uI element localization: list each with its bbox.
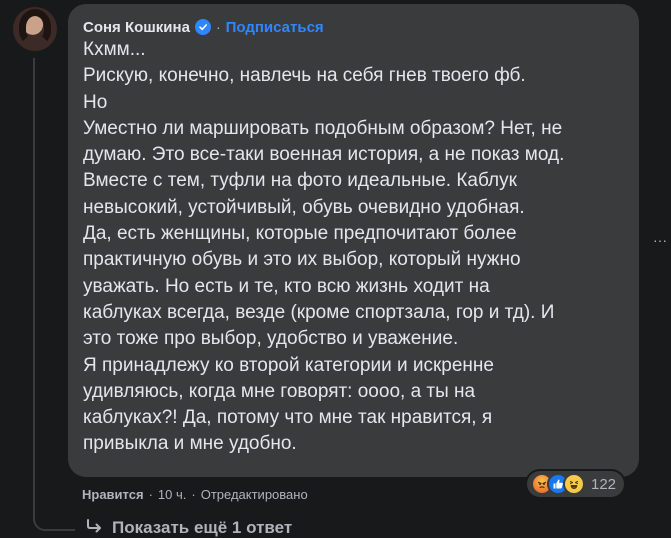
more-options-button[interactable]: ··· — [653, 232, 667, 248]
avatar-hair — [19, 9, 51, 45]
comment-bubble: Соня Кошкина · Подписаться Кхмм... Риску… — [68, 4, 639, 477]
comment-line: это тоже про выбор, удобство и уважение. — [83, 328, 459, 350]
comment-line: Кхмм... — [83, 39, 146, 60]
comment-line: Но — [83, 91, 108, 113]
edited-label[interactable]: Отредактировано — [201, 487, 308, 502]
thread-connector — [33, 505, 75, 531]
show-replies-label: Показать ещё 1 ответ — [112, 518, 293, 537]
show-replies-button[interactable]: Показать ещё 1 ответ — [86, 518, 292, 538]
comment-line: Я принадлежу ко второй категории и искре… — [83, 354, 494, 376]
author-name[interactable]: Соня Кошкина — [83, 19, 190, 36]
comment-line: Да, есть женщины, которые предпочитают б… — [83, 223, 517, 245]
comment-line: удивляюсь, когда мне говорят: оооо, а ты… — [83, 380, 476, 402]
subscribe-link[interactable]: Подписаться — [226, 19, 324, 36]
comment-text: Кхмм... Рискую, конечно, навлечь на себя… — [83, 37, 628, 458]
comment-line: практичную обувь и это их выбор, который… — [83, 249, 521, 271]
comment-line: каблуках всегда, везде (кроме спортзала,… — [83, 301, 555, 323]
meta-separator: · — [148, 487, 153, 502]
comment-line: Вместе с тем, туфли на фото идеальные. К… — [83, 170, 517, 192]
comment-actions: Нравится · 10 ч. · Отредактировано — [82, 487, 308, 502]
comment-timestamp[interactable]: 10 ч. — [158, 487, 186, 502]
comment-line: невысокий, устойчивый, обувь очевидно уд… — [83, 196, 525, 218]
comment-header: Соня Кошкина · Подписаться — [83, 16, 324, 38]
reactions-summary[interactable]: 122 — [527, 471, 625, 497]
verified-badge-icon — [194, 19, 211, 35]
comment-line: Уместно ли маршировать подобным образом?… — [83, 117, 563, 139]
header-separator: · — [215, 19, 221, 35]
comment-line: каблуках?! Да, потому что мне так нравит… — [83, 407, 493, 429]
comment-line: Рискую, конечно, навлечь на себя гнев тв… — [83, 65, 526, 87]
meta-separator: · — [191, 487, 196, 502]
comment-line: уважать. Но есть и те, кто всю жизнь ход… — [83, 275, 490, 297]
comment-line: думаю. Это все-таки военная история, а н… — [83, 144, 565, 166]
reply-arrow-icon — [86, 518, 104, 538]
haha-icon — [563, 473, 585, 495]
like-button[interactable]: Нравится — [82, 487, 144, 502]
comment-line: привыкла и мне удобно. — [83, 433, 297, 455]
reaction-count: 122 — [591, 475, 617, 493]
avatar[interactable] — [13, 7, 57, 51]
thread-line — [33, 58, 35, 520]
